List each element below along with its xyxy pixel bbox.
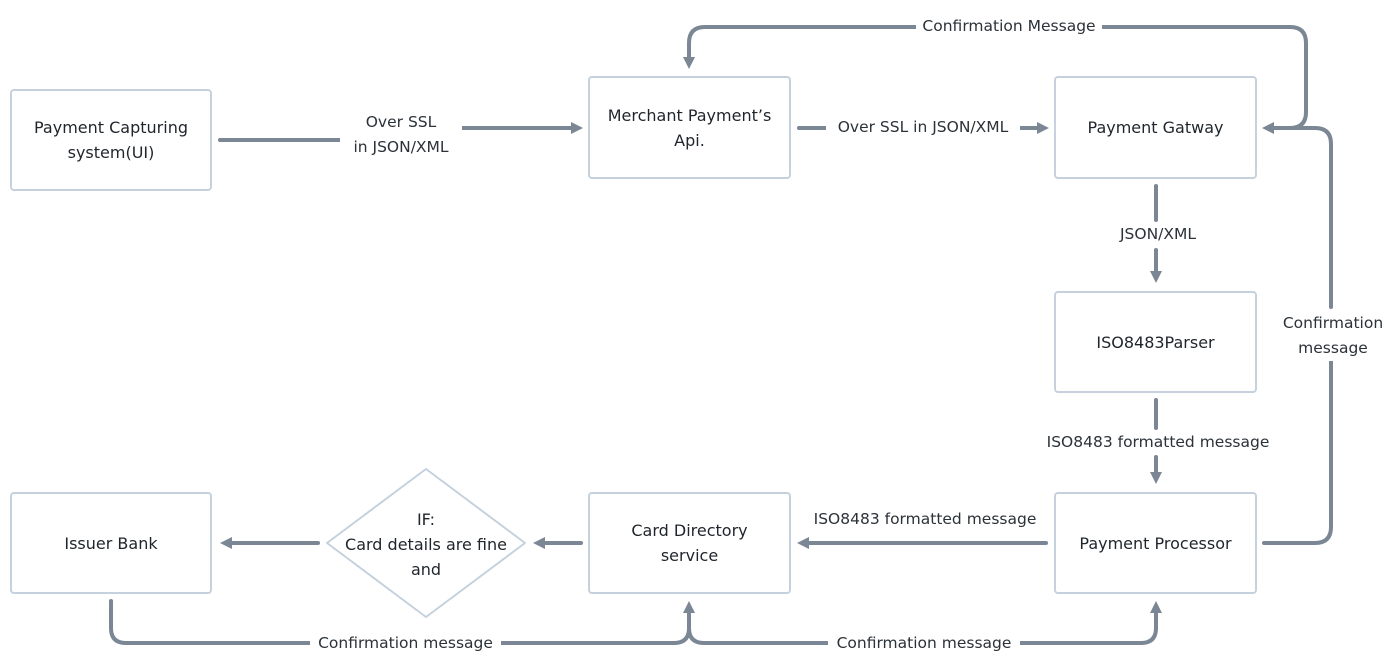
node-decision-label: IF: Card details are fine and bbox=[327, 506, 525, 582]
arrowhead-icon bbox=[1150, 601, 1162, 613]
label-line: Confirmation bbox=[1282, 314, 1384, 332]
arrowhead-icon bbox=[220, 537, 232, 549]
edge-directory-to-decision bbox=[533, 537, 583, 549]
node-iso-parser-label: ISO8483Parser bbox=[1096, 332, 1215, 352]
arrowhead-icon bbox=[683, 601, 695, 613]
arrowhead-icon bbox=[1037, 122, 1049, 134]
edge-label-gateway-to-parser: JSON/XML bbox=[1096, 222, 1220, 247]
edge-label-processor-to-directory: ISO8483 formatted message bbox=[803, 507, 1047, 532]
edge-label-issuer-to-directory: Confirmation message bbox=[310, 631, 501, 656]
arrowhead-icon bbox=[533, 537, 545, 549]
node-payment-capturing-label: Payment Capturing system(UI) bbox=[11, 90, 211, 190]
label-line: Over SSL bbox=[365, 113, 437, 131]
label-line: Card details are fine bbox=[345, 534, 507, 554]
arrowhead-icon bbox=[571, 122, 583, 134]
label-line: IF: bbox=[416, 509, 436, 529]
node-merchant-api-label: Merchant Payment’s Api. bbox=[589, 77, 790, 178]
edge-decision-to-issuer bbox=[220, 537, 320, 549]
label-line: system(UI) bbox=[67, 143, 155, 162]
edge-label-parser-to-processor: ISO8483 formatted message bbox=[1036, 430, 1280, 455]
edge-label-gateway-to-merchant: Confirmation Message bbox=[916, 14, 1102, 39]
edge-label-ui-to-merchant: Over SSL in JSON/XML bbox=[340, 110, 462, 160]
arrowhead-icon bbox=[683, 57, 695, 69]
arrowhead-icon bbox=[1150, 271, 1162, 283]
edge-label-directory-to-processor: Confirmation message bbox=[828, 631, 1020, 656]
arrowhead-icon bbox=[1262, 122, 1274, 134]
label-line: Api. bbox=[674, 130, 705, 150]
arrowhead-icon bbox=[797, 537, 809, 549]
label-line: Payment Capturing bbox=[34, 118, 188, 137]
node-payment-processor-label: Payment Processor bbox=[1079, 533, 1232, 553]
label-line: and bbox=[410, 559, 442, 579]
label-line: in JSON/XML bbox=[353, 138, 449, 156]
edge-label-processor-to-gateway: Confirmation message bbox=[1276, 311, 1390, 361]
node-issuer-bank-label: Issuer Bank bbox=[64, 533, 158, 553]
edge-processor-to-directory bbox=[797, 537, 1048, 549]
label-line: Merchant Payment’s bbox=[607, 105, 772, 125]
node-payment-gateway-label: Payment Gatway bbox=[1087, 118, 1224, 137]
label-line: message bbox=[1298, 339, 1368, 357]
label-line: service bbox=[660, 546, 719, 565]
arrowhead-icon bbox=[1150, 472, 1162, 484]
label-line: Card Directory bbox=[631, 521, 748, 540]
node-card-directory-label: Card Directory service bbox=[589, 493, 790, 593]
edge-label-merchant-to-gateway: Over SSL in JSON/XML bbox=[826, 115, 1020, 140]
